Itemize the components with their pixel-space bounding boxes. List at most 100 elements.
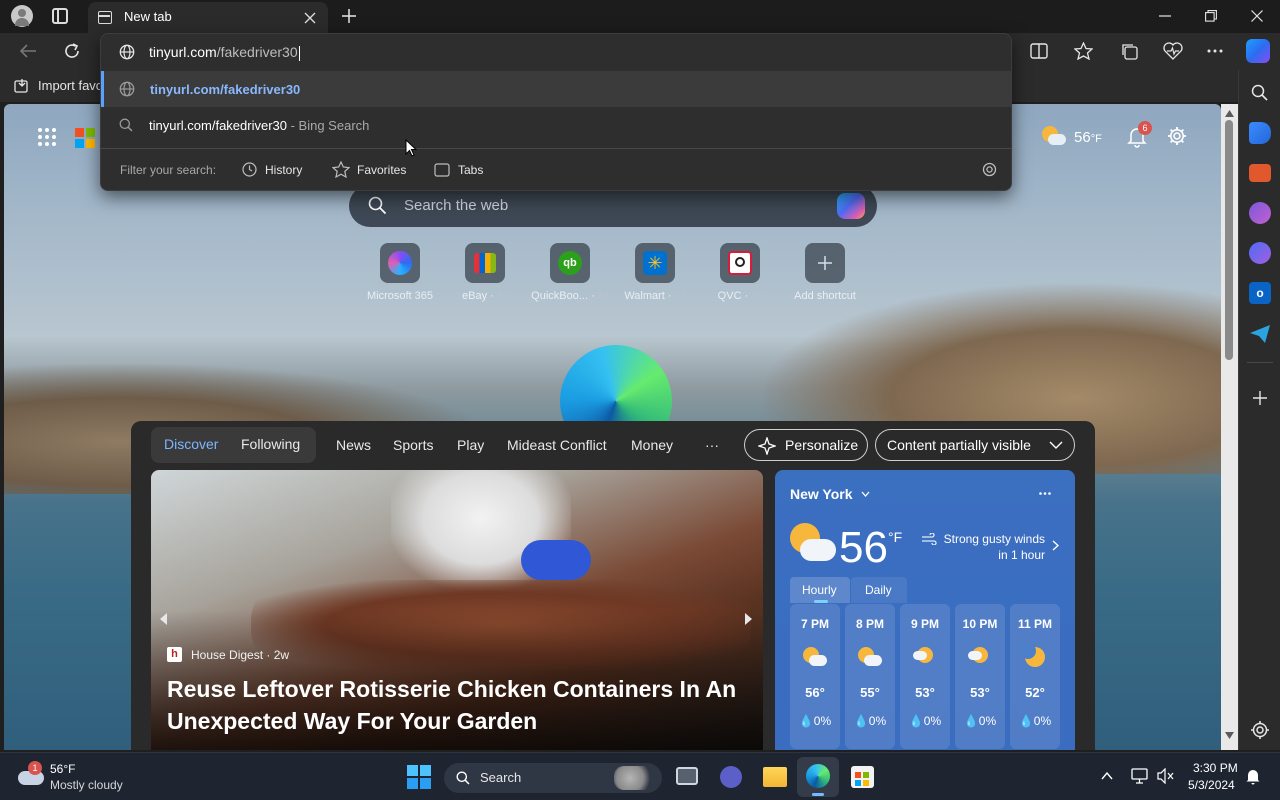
- add-sidebar-app-icon[interactable]: [1252, 390, 1268, 406]
- microsoft-store-icon[interactable]: [851, 766, 874, 788]
- personalize-button[interactable]: Personalize: [744, 429, 868, 461]
- games-icon[interactable]: [1249, 202, 1271, 224]
- weather-alert[interactable]: Strong gusty winds in 1 hour: [925, 531, 1045, 563]
- search-highlight-koala-icon: [614, 766, 654, 790]
- new-tab-plus-icon[interactable]: [341, 8, 357, 24]
- hourly-forecast-item[interactable]: 10 PM 53° 💧0%: [955, 604, 1005, 749]
- carousel-prev-icon[interactable]: [158, 612, 168, 626]
- content-visibility-dropdown[interactable]: Content partially visible: [875, 429, 1075, 461]
- hourly-forecast-item[interactable]: 7 PM 56° 💧0%: [790, 604, 840, 749]
- search-settings-gear-icon[interactable]: [981, 161, 998, 178]
- tab-discover[interactable]: Discover: [164, 436, 218, 452]
- taskbar-search-box[interactable]: Search: [444, 763, 662, 793]
- browser-essentials-icon[interactable]: [1163, 42, 1183, 60]
- volume-muted-icon[interactable]: [1157, 768, 1174, 784]
- hourly-forecast-item[interactable]: 8 PM 55° 💧0%: [845, 604, 895, 749]
- nav-sports[interactable]: Sports: [393, 437, 433, 453]
- suggestion-url[interactable]: tinyurl.com/fakedriver30: [101, 71, 1011, 107]
- restore-icon[interactable]: [1205, 10, 1217, 22]
- search-icon: [119, 118, 133, 132]
- tab-daily[interactable]: Daily: [851, 577, 907, 603]
- import-favorites-link[interactable]: Import favo: [38, 78, 103, 93]
- hour-precip: 💧0%: [798, 714, 832, 728]
- sidebar-settings-icon[interactable]: [1250, 720, 1270, 740]
- header-temp-value: 56: [1074, 129, 1091, 146]
- tray-overflow-chevron-up-icon[interactable]: [1101, 772, 1113, 780]
- shortcut-quickbooks[interactable]: qb QuickBoo... · Ad: [530, 243, 610, 307]
- hourly-forecast-item[interactable]: 9 PM 53° 💧0%: [900, 604, 950, 749]
- web-search-box[interactable]: Search the web: [349, 185, 877, 227]
- location-chevron-down-icon[interactable]: [861, 491, 870, 497]
- file-explorer-icon[interactable]: [763, 767, 787, 787]
- carousel-next-icon[interactable]: [744, 612, 754, 626]
- shortcut-walmart[interactable]: ✳ Walmart · Ad: [615, 243, 695, 307]
- copilot-sidebar-icon[interactable]: [1249, 242, 1271, 264]
- shopping-tag-icon[interactable]: [1249, 122, 1271, 144]
- suggestion-bing-search[interactable]: tinyurl.com/fakedriver30 - Bing Search: [101, 107, 1011, 143]
- nav-more[interactable]: ···: [705, 437, 719, 453]
- search-placeholder: Search the web: [404, 197, 509, 214]
- hour-time: 8 PM: [855, 617, 884, 631]
- more-options-icon[interactable]: [1207, 49, 1223, 53]
- shortcut-microsoft-365[interactable]: Microsoft 365: [360, 243, 440, 307]
- page-settings-icon[interactable]: [1167, 126, 1187, 146]
- taskbar-weather-widget[interactable]: 1 56°F Mostly cloudy: [16, 759, 146, 795]
- telegram-send-icon[interactable]: [1249, 324, 1271, 344]
- profile-avatar[interactable]: [11, 5, 33, 27]
- weather-card[interactable]: New York 56 °F Strong gusty winds in 1 h…: [775, 470, 1075, 750]
- scroll-down-icon[interactable]: [1225, 732, 1234, 739]
- network-display-icon[interactable]: [1131, 768, 1148, 784]
- split-screen-icon[interactable]: [1030, 43, 1048, 59]
- edge-taskbar-icon[interactable]: [797, 757, 839, 797]
- nav-mideast-conflict[interactable]: Mideast Conflict: [507, 437, 607, 453]
- taskbar-clock-time[interactable]: 3:30 PM: [1193, 761, 1238, 775]
- scrollbar-thumb[interactable]: [1225, 120, 1233, 360]
- close-tab-icon[interactable]: [304, 12, 316, 24]
- refresh-icon[interactable]: [63, 42, 81, 60]
- story-image-gloves: [521, 540, 591, 580]
- header-weather-temp[interactable]: 56°F: [1074, 129, 1102, 146]
- minimize-icon[interactable]: [1159, 15, 1171, 17]
- address-input[interactable]: tinyurl.com/fakedriver30: [149, 44, 300, 61]
- new-tab-page-icon: [98, 11, 112, 24]
- alert-chevron-right-icon[interactable]: [1052, 540, 1059, 551]
- collections-icon[interactable]: [1120, 42, 1138, 60]
- hero-story-card[interactable]: h House Digest · 2w Reuse Leftover Rotis…: [151, 470, 763, 750]
- task-view-icon[interactable]: [676, 767, 698, 785]
- shortcut-qvc[interactable]: QVC · Ad: [700, 243, 780, 307]
- teams-meet-icon[interactable]: [720, 766, 742, 788]
- copilot-search-icon[interactable]: [837, 193, 865, 219]
- story-headline[interactable]: Reuse Leftover Rotisserie Chicken Contai…: [167, 673, 757, 737]
- scroll-up-icon[interactable]: [1225, 110, 1234, 117]
- hour-temp: 55°: [860, 685, 880, 700]
- shortcut-add[interactable]: Add shortcut: [785, 243, 865, 307]
- close-window-icon[interactable]: [1251, 10, 1263, 22]
- copilot-icon[interactable]: [1246, 39, 1270, 63]
- hour-time: 11 PM: [1017, 617, 1053, 631]
- tools-briefcase-icon[interactable]: [1249, 164, 1271, 182]
- weather-location[interactable]: New York: [790, 486, 853, 502]
- history-clock-icon: [242, 162, 257, 177]
- hourly-forecast-item[interactable]: 11 PM 52° 💧0%: [1010, 604, 1060, 749]
- outlook-icon[interactable]: o: [1249, 282, 1271, 304]
- tab-hourly[interactable]: Hourly: [790, 577, 850, 603]
- taskbar-weather-temp: 56°F: [50, 762, 76, 776]
- shortcut-ebay[interactable]: eBay · Ad: [445, 243, 525, 307]
- story-headline-line-1: Reuse Leftover Rotisserie Chicken Contai…: [167, 676, 737, 702]
- apps-launcher-icon[interactable]: [38, 128, 56, 146]
- nav-money[interactable]: Money: [631, 437, 673, 453]
- windows-start-icon[interactable]: [407, 765, 431, 789]
- address-bar[interactable]: tinyurl.com/fakedriver30: [101, 34, 1011, 70]
- tab-following[interactable]: Following: [241, 436, 300, 452]
- workspaces-icon[interactable]: [52, 8, 68, 24]
- tab-new-tab[interactable]: New tab: [88, 2, 328, 33]
- nav-play[interactable]: Play: [457, 437, 484, 453]
- nav-news[interactable]: News: [336, 437, 371, 453]
- notification-bell-icon[interactable]: [1246, 768, 1260, 785]
- sidebar-search-icon[interactable]: [1251, 84, 1268, 101]
- story-headline-line-2: Unexpected Way For Your Garden: [167, 708, 538, 734]
- back-icon[interactable]: [19, 43, 37, 59]
- taskbar-clock-date[interactable]: 5/3/2024: [1188, 778, 1235, 792]
- weather-more-icon[interactable]: [1039, 492, 1051, 495]
- favorites-star-icon[interactable]: [1074, 42, 1093, 60]
